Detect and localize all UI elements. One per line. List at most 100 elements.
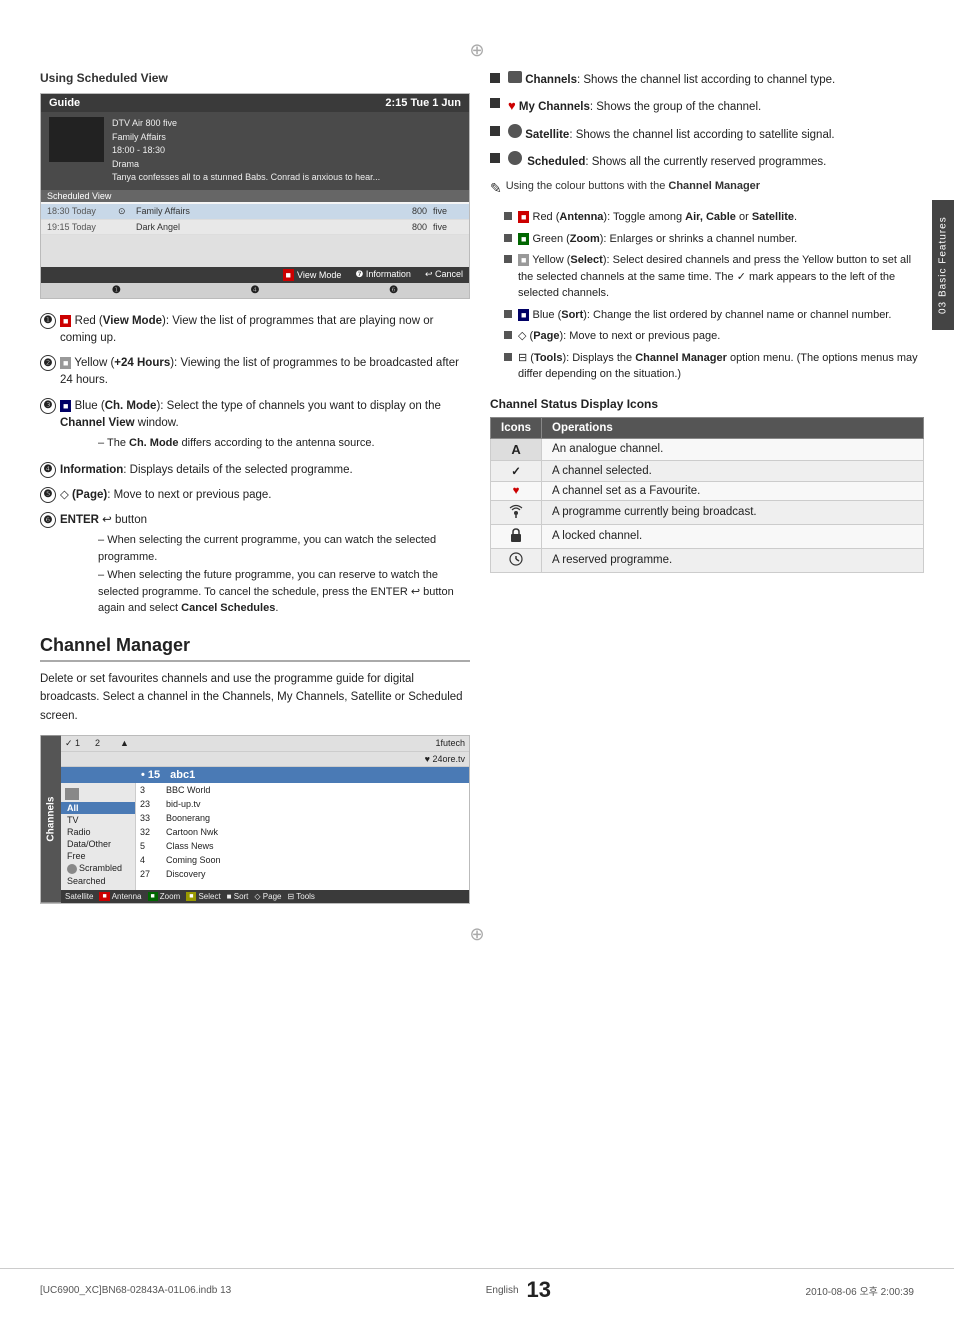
cm-cat-radio[interactable]: Radio — [61, 826, 135, 838]
cm-channel-row-7: 27 Discovery — [136, 867, 469, 881]
cm-cat-data[interactable]: Data/Other — [61, 838, 135, 850]
cm-header-check: ✓ 1 — [65, 738, 95, 749]
channels-label: Channels — [525, 74, 577, 86]
guide-empty-rows — [41, 235, 469, 267]
cm-header-extra2: ♥ 24ore.tv — [425, 754, 465, 764]
item-indent-6: When selecting the current programme, yo… — [86, 532, 470, 617]
scheduled-label: Scheduled — [527, 156, 585, 168]
item-num-2: ❷ — [40, 355, 56, 371]
cm-ch-num-2: 23 — [140, 799, 162, 809]
cm-btn-y: ■ — [186, 892, 196, 901]
cm-footer: Satellite ■ Antenna ■ Zoom ■ Select ■ So… — [61, 890, 469, 903]
item-num-3: ❸ — [40, 398, 56, 414]
cm-btn-g: ■ — [148, 892, 158, 901]
status-icon-broadcast — [491, 500, 542, 524]
red-btn: ■ — [283, 269, 294, 281]
left-column: Using Scheduled View Guide 2:15 Tue 1 Ju… — [40, 71, 470, 904]
guide-label-6: ❻ — [389, 285, 398, 296]
channel-manager-section: Channel Manager Delete or set favourites… — [40, 635, 470, 904]
guide-scheduled-label: Scheduled View — [41, 190, 469, 202]
cm-categories: All TV Radio Data/Other Free Scrambled S… — [61, 783, 136, 890]
channel-manager-title: Channel Manager — [40, 635, 470, 662]
blue-square-3: ■ — [60, 400, 71, 412]
status-row-selected: ✓ A channel selected. — [491, 460, 924, 481]
sub-bold-tools: Tools — [534, 352, 563, 364]
status-table: Icons Operations A An analogue channel. … — [490, 417, 924, 573]
cm-ch-name-7: Discovery — [166, 869, 206, 879]
page-footer: [UC6900_XC]BN68-02843A-01L06.indb 13 Eng… — [0, 1268, 954, 1303]
sub-bullets: ■ Red (Antenna): Toggle among Air, Cable… — [504, 209, 924, 383]
crosshair-top: ⊕ — [0, 40, 954, 61]
sub-bold-green: Zoom — [570, 233, 600, 245]
sub-bullet-red: ■ Red (Antenna): Toggle among Air, Cable… — [504, 209, 924, 226]
chapter-side-tab: 03 Basic Features — [932, 200, 954, 330]
note-text: Using the colour buttons with the Channe… — [506, 178, 760, 195]
cm-cat-tv[interactable]: TV — [61, 814, 135, 826]
cm-header-extra1: 1futech — [140, 738, 465, 748]
channels-icon-group — [508, 71, 522, 83]
cm-footer-select: ■ Select — [186, 892, 220, 901]
cm-data-area: All TV Radio Data/Other Free Scrambled S… — [61, 783, 469, 890]
cm-cat-free[interactable]: Free — [61, 850, 135, 862]
footer-right: 2010-08-06 오후 2:00:39 — [806, 1283, 914, 1298]
numbered-item-4: ❹ Information: Displays details of the s… — [40, 462, 470, 479]
cm-ch-name-2: bid-up.tv — [166, 799, 201, 809]
guide-row-2: 19:15 Today Dark Angel 800 five — [41, 220, 469, 235]
bullet-channels: Channels: Shows the channel list accordi… — [490, 71, 924, 89]
status-icon-clock — [491, 548, 542, 572]
cm-cat-scrambled[interactable]: Scrambled — [61, 862, 135, 875]
guide-row-name-2: Dark Angel — [136, 222, 386, 232]
cm-selected-channel: • 15 abc1 — [61, 767, 469, 783]
item-bold-3b: Channel View — [60, 417, 135, 429]
item-num-5: ❺ — [40, 487, 56, 503]
clock-svg — [509, 552, 523, 566]
guide-info-text: DTV Air 800 five Family Affairs 18:00 - … — [112, 117, 380, 185]
numbered-item-6: ❻ ENTER ↩ button When selecting the curr… — [40, 512, 470, 619]
cm-selected-name: abc1 — [170, 769, 195, 781]
status-icon-a: A — [491, 438, 542, 460]
cm-cat-all[interactable]: All — [61, 802, 135, 814]
guide-label-4: ❹ — [251, 285, 260, 296]
cm-channel-row-4: 32 Cartoon Nwk — [136, 825, 469, 839]
guide-show-time: 18:00 - 18:30 — [112, 144, 380, 158]
red-sq: ■ — [518, 211, 529, 223]
bullet-scheduled: Scheduled: Shows all the currently reser… — [490, 151, 924, 171]
numbered-item-5: ❺ ◇ (Page): Move to next or previous pag… — [40, 487, 470, 504]
cm-ch-name-1: BBC World — [166, 785, 210, 795]
sub-bullet-blue: ■ Blue (Sort): Change the list ordered b… — [504, 307, 924, 324]
footer-language: English — [486, 1285, 519, 1296]
sub-text-page: ◇ (Page): Move to next or previous page. — [518, 328, 720, 345]
guide-show-title: DTV Air 800 five — [112, 117, 380, 131]
channel-manager-desc: Delete or set favourites channels and us… — [40, 670, 470, 725]
item-content-5: ◇ (Page): Move to next or previous page. — [60, 487, 470, 504]
cm-cat-searched[interactable]: Searched — [61, 875, 135, 887]
footer-right-group: English 13 — [486, 1277, 551, 1303]
right-column: Channels: Shows the channel list accordi… — [490, 71, 924, 904]
status-table-title: Channel Status Display Icons — [490, 397, 924, 411]
yellow-square-2: ■ — [60, 357, 71, 369]
scheduled-bullet — [490, 153, 500, 163]
status-op-broadcast: A programme currently being broadcast. — [542, 500, 924, 524]
guide-show-name: Family Affairs — [112, 131, 380, 145]
sub-bullet-green: ■ Green (Zoom): Enlarges or shrinks a ch… — [504, 231, 924, 248]
sub-bullet-yellow: ■ Yellow (Select): Select desired channe… — [504, 252, 924, 302]
item-indent-3: The Ch. Mode differs according to the an… — [86, 435, 470, 452]
cm-channel-row-1: 3 BBC World — [136, 783, 469, 797]
sub-text-red: ■ Red (Antenna): Toggle among Air, Cable… — [518, 209, 797, 226]
mychannels-bullet — [490, 98, 500, 108]
status-op-heart: A channel set as a Favourite. — [542, 481, 924, 500]
sub-dot-yellow — [504, 255, 512, 263]
sub-text-green: ■ Green (Zoom): Enlarges or shrinks a ch… — [518, 231, 797, 248]
cm-ch-num-6: 4 — [140, 855, 162, 865]
cm-footer-tools: ⊟ Tools — [287, 892, 314, 901]
mychannels-text: ♥ My Channels: Shows the group of the ch… — [508, 96, 761, 116]
lock-svg — [510, 528, 522, 542]
status-table-header-ops: Operations — [542, 417, 924, 438]
guide-row-icon-1: ⊙ — [118, 206, 130, 217]
sub-dot-tools — [504, 353, 512, 361]
status-row-reserved: A reserved programme. — [491, 548, 924, 572]
sub-dot-green — [504, 234, 512, 242]
channel-manager-screenshot: Channels ✓ 1 2 ▲ 1futech ♥ 24ore.tv — [40, 735, 470, 904]
cm-ch-num-4: 32 — [140, 827, 162, 837]
status-table-header-icons: Icons — [491, 417, 542, 438]
